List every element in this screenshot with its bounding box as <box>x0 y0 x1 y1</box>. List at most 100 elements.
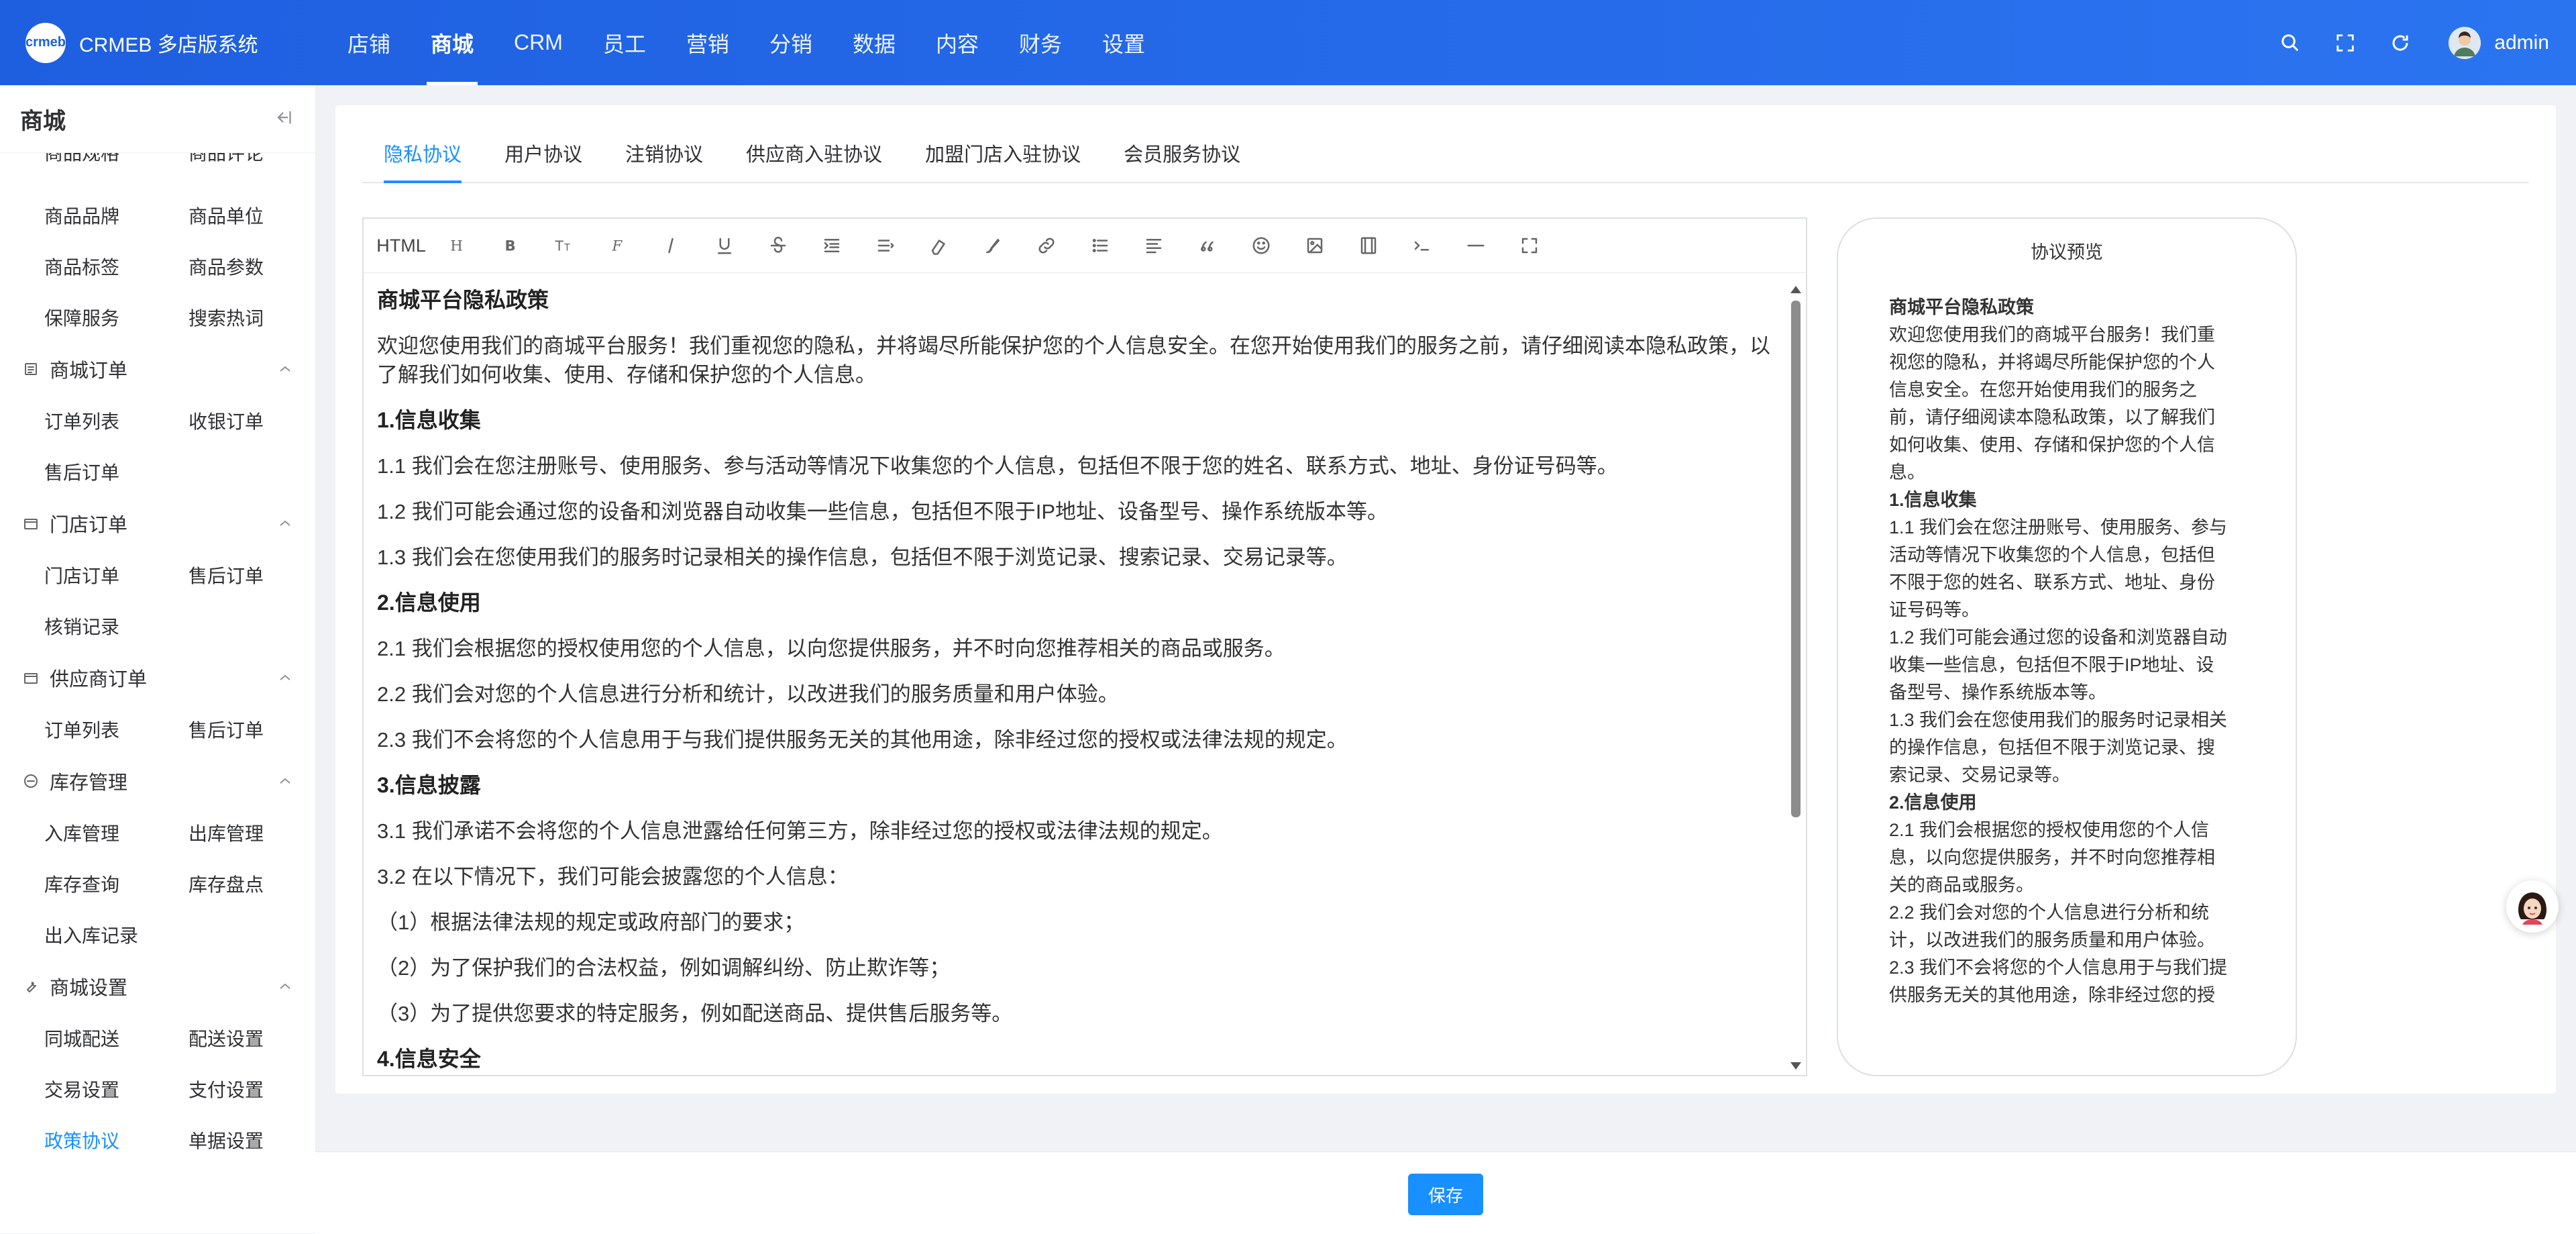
sidebar-link[interactable]: 商品品牌 <box>44 190 189 241</box>
preview-line: 的操作信息，包括但不限于浏览记录、搜 <box>1889 737 2215 758</box>
align-icon[interactable] <box>1127 219 1181 272</box>
preview-heading: 商城平台隐私政策 <box>1889 297 2034 317</box>
top-nav-item[interactable]: 营销 <box>666 0 749 85</box>
save-button[interactable]: 保存 <box>1408 1174 1483 1215</box>
scroll-down-arrow-icon[interactable] <box>1790 1062 1801 1070</box>
sidebar-link[interactable]: 商品单位 <box>189 190 315 241</box>
sidebar-title: 商城 <box>20 108 66 134</box>
agreement-tab[interactable]: 用户协议 <box>483 139 604 182</box>
sidebar-link[interactable]: 收银订单 <box>189 395 315 446</box>
top-nav-item[interactable]: 设置 <box>1082 0 1165 85</box>
svg-text:H: H <box>450 238 463 255</box>
link-icon[interactable] <box>1020 219 1073 272</box>
quote-icon[interactable] <box>1181 219 1234 272</box>
agreement-tab[interactable]: 供应商入驻协议 <box>724 139 904 182</box>
sidebar-link[interactable]: 出库管理 <box>189 807 315 858</box>
sidebar-link[interactable]: 售后订单 <box>189 550 315 601</box>
top-nav-item[interactable]: 店铺 <box>327 0 411 85</box>
editor-paragraph: 3.2 在以下情况下，我们可能会披露您的个人信息： <box>377 865 849 888</box>
preview-line: 2.1 我们会根据您的授权使用您的个人信 <box>1889 820 2210 840</box>
chevron-up-icon[interactable] <box>278 673 292 682</box>
sidebar-link[interactable]: 配送设置 <box>189 1013 315 1064</box>
sidebar-link[interactable]: 保障服务 <box>44 292 189 343</box>
sidebar-link[interactable]: 单据设置 <box>189 1115 315 1166</box>
sidebar-link[interactable]: 同城配送 <box>44 1013 189 1064</box>
sidebar-group-4[interactable]: 库存管理 <box>0 755 315 807</box>
store-order-icon <box>23 514 42 533</box>
chevron-up-icon[interactable] <box>278 982 292 991</box>
user-name[interactable]: admin <box>2494 32 2549 54</box>
refresh-icon[interactable] <box>2387 30 2414 56</box>
rich-text-editor[interactable]: HTML H B TT F 商城平台隐私政策 欢迎您使用我们的商城平台服务！我们重视您的… <box>362 217 1807 1076</box>
sidebar-link[interactable]: 出入库记录 <box>44 909 189 960</box>
sidebar-link[interactable]: 支付设置 <box>189 1064 315 1115</box>
editor-scrollbar[interactable] <box>1788 286 1802 1070</box>
editor-paragraph: 1.1 我们会在您注册账号、使用服务、参与活动等情况下收集您的个人信息，包括但不… <box>377 454 1618 478</box>
heading-icon[interactable]: H <box>429 219 483 272</box>
sidebar-link[interactable]: 交易设置 <box>44 1064 189 1115</box>
bullet-list-icon[interactable] <box>1073 219 1127 272</box>
sidebar-link[interactable]: 政策协议 <box>44 1115 189 1166</box>
italic-icon[interactable] <box>644 219 698 272</box>
sidebar-link[interactable]: 入库管理 <box>44 807 189 858</box>
chevron-up-icon[interactable] <box>278 519 292 528</box>
sidebar-header: 商城 <box>0 85 315 153</box>
line-height-icon[interactable] <box>859 219 912 272</box>
sidebar-link[interactable]: 订单列表 <box>44 704 189 755</box>
top-nav-item[interactable]: 财务 <box>999 0 1082 85</box>
top-nav-item[interactable]: 分销 <box>749 0 833 85</box>
fullscreen-icon[interactable] <box>1503 219 1556 272</box>
avatar[interactable] <box>2449 26 2481 59</box>
agreement-tab[interactable]: 会员服务协议 <box>1102 139 1262 182</box>
html-source-button[interactable]: HTML <box>373 219 429 272</box>
sidebar-link[interactable]: 搜索热词 <box>189 292 315 343</box>
bold-icon[interactable]: B <box>483 219 537 272</box>
sidebar-link[interactable]: 门店订单 <box>44 550 189 601</box>
indent-icon[interactable] <box>805 219 859 272</box>
underline-icon[interactable] <box>698 219 751 272</box>
top-nav-item[interactable]: 员工 <box>583 0 666 85</box>
font-size-icon[interactable]: TT <box>537 219 590 272</box>
sidebar-link[interactable]: 商品标签 <box>44 241 189 292</box>
video-icon[interactable] <box>1342 219 1395 272</box>
font-family-icon[interactable]: F <box>590 219 644 272</box>
sidebar-link[interactable]: 核销记录 <box>44 601 189 652</box>
sidebar-link[interactable]: 订单列表 <box>44 395 189 446</box>
code-icon[interactable] <box>1395 219 1449 272</box>
top-nav-item[interactable]: CRM <box>494 0 583 85</box>
fullscreen-icon[interactable] <box>2332 30 2359 56</box>
editor-content[interactable]: 商城平台隐私政策 欢迎您使用我们的商城平台服务！我们重视您的隐私，并将竭尽所能保护… <box>377 286 1779 1070</box>
scroll-up-arrow-icon[interactable] <box>1790 286 1801 293</box>
customer-service-avatar-icon[interactable] <box>2506 880 2559 933</box>
top-nav-item[interactable]: 数据 <box>833 0 916 85</box>
sidebar-link[interactable]: 商品参数 <box>189 241 315 292</box>
agreement-tab[interactable]: 注销协议 <box>604 139 724 182</box>
text-color-icon[interactable] <box>966 219 1020 272</box>
sidebar-link[interactable]: 库存查询 <box>44 858 189 909</box>
search-icon[interactable] <box>2277 30 2304 56</box>
sidebar-link[interactable]: 库存盘点 <box>189 858 315 909</box>
svg-text:T: T <box>555 238 564 254</box>
agreement-tab[interactable]: 加盟门店入驻协议 <box>904 139 1102 182</box>
divider-icon[interactable] <box>1449 219 1503 272</box>
emoji-icon[interactable] <box>1234 219 1288 272</box>
sidebar-group-5[interactable]: 商城设置 <box>0 960 315 1013</box>
image-icon[interactable] <box>1288 219 1342 272</box>
top-nav-item[interactable]: 商城 <box>411 0 494 85</box>
scroll-thumb[interactable] <box>1791 301 1801 817</box>
sidebar-link[interactable]: 售后订单 <box>189 704 315 755</box>
strikethrough-icon[interactable] <box>751 219 805 272</box>
sidebar: 商品规格 商品评论 商品品牌 商品单位 商品标签 商品参数 保障服务 搜索热词 商城订单 订单列表… <box>0 85 316 1233</box>
top-nav-item[interactable]: 内容 <box>916 0 999 85</box>
agreement-tab[interactable]: 隐私协议 <box>362 139 483 183</box>
sidebar-group-3[interactable]: 供应商订单 <box>0 652 315 704</box>
clear-format-icon[interactable] <box>912 219 966 272</box>
chevron-up-icon[interactable] <box>278 776 292 786</box>
sidebar-group-1[interactable]: 商城订单 <box>0 343 315 395</box>
collapse-sidebar-icon[interactable] <box>274 109 292 129</box>
sidebar-group-2[interactable]: 门店订单 <box>0 497 315 550</box>
sidebar-link[interactable]: 售后订单 <box>44 446 189 497</box>
editor-paragraph: （2）为了保护我们的合法权益，例如调解纠纷、防止欺诈等； <box>377 956 951 980</box>
brand[interactable]: crmeb CRMEB 多店版系统 <box>25 22 321 63</box>
chevron-up-icon[interactable] <box>278 364 292 374</box>
